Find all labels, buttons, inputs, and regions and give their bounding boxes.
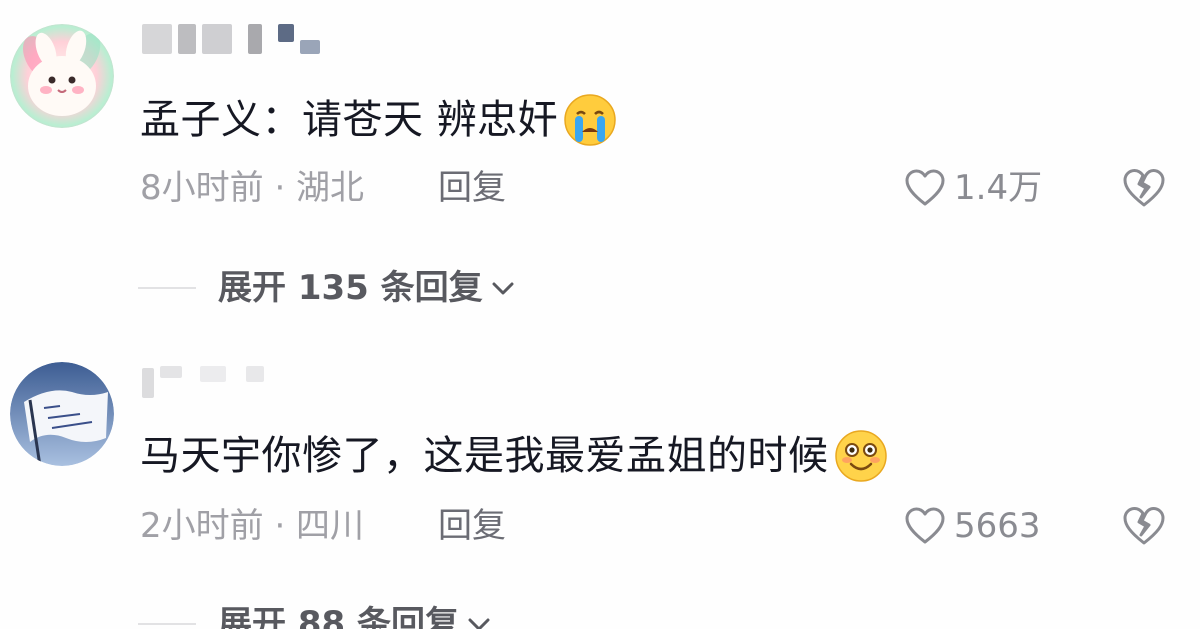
comment-list: 孟子义：请苍天 辨忠奸 8小时前 · 湖北 回复 1.4万 展开 135 条回复…	[0, 0, 1200, 629]
reply-button[interactable]: 回复	[438, 504, 506, 548]
expand-replies-label: 展开 88 条回复	[218, 604, 459, 629]
crying-face-emoji	[564, 94, 616, 146]
dislike-button[interactable]	[1120, 504, 1168, 548]
chevron-down-icon	[492, 282, 514, 295]
flag-avatar-image	[10, 362, 114, 466]
time-location: 2小时前 · 四川	[140, 506, 365, 546]
expand-replies-label: 展开 135 条回复	[218, 268, 483, 308]
reply-button[interactable]: 回复	[438, 166, 506, 210]
comment-body: 孟子义：请苍天 辨忠奸	[140, 97, 559, 143]
chevron-down-icon	[468, 618, 490, 629]
bunny-avatar-image	[10, 24, 114, 128]
heart-icon	[905, 507, 945, 544]
comment-text: 马天宇你惨了，这是我最爱孟姐的时候	[140, 428, 889, 484]
time-location: 8小时前 · 湖北	[140, 168, 365, 208]
like-count: 1.4万	[954, 168, 1043, 208]
divider-line	[138, 287, 196, 289]
smiling-face-emoji	[834, 430, 887, 482]
divider-line	[138, 623, 196, 625]
expand-replies-button[interactable]: 展开 135 条回复	[138, 266, 517, 310]
dislike-button[interactable]	[1120, 166, 1168, 210]
avatar[interactable]	[10, 24, 114, 128]
comment-text: 孟子义：请苍天 辨忠奸	[140, 92, 618, 148]
avatar[interactable]	[10, 362, 114, 466]
comment-meta: 2小时前 · 四川 回复 5663	[140, 504, 1170, 548]
username-blurred[interactable]	[142, 366, 264, 400]
username-blurred[interactable]	[142, 22, 320, 56]
comment-meta: 8小时前 · 湖北 回复 1.4万	[140, 166, 1170, 210]
broken-heart-icon	[1123, 169, 1165, 207]
heart-icon	[905, 169, 945, 206]
like-button[interactable]: 5663	[904, 504, 1041, 548]
username-text	[142, 22, 143, 23]
expand-replies-button[interactable]: 展开 88 条回复	[138, 602, 493, 629]
broken-heart-icon	[1123, 507, 1165, 545]
username-text	[142, 366, 143, 367]
like-button[interactable]: 1.4万	[904, 166, 1042, 210]
like-count: 5663	[954, 506, 1041, 546]
comment-body: 马天宇你惨了，这是我最爱孟姐的时候	[140, 433, 829, 479]
